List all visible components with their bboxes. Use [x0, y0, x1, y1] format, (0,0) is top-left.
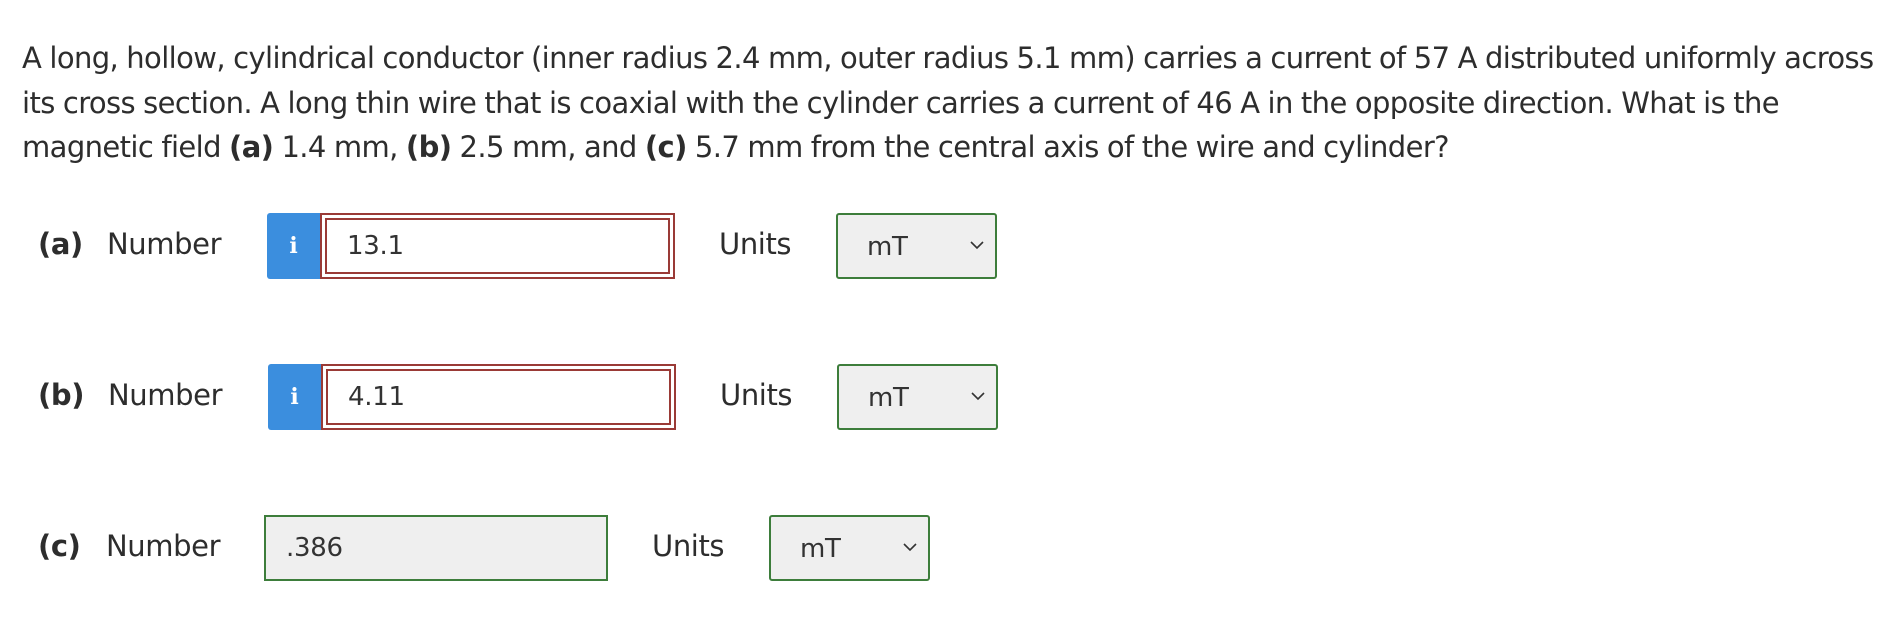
part-b-label: (b) [38, 378, 85, 412]
question-part-a-text: 1.4 mm, [273, 130, 406, 164]
part-a-units-value: mT [867, 232, 908, 262]
part-a-number-label: Number [107, 227, 222, 261]
part-a-info-button[interactable]: i [267, 213, 320, 279]
answer-row-c: (c) Number .386 Units mT [0, 515, 1100, 581]
part-b-units-select[interactable]: mT [837, 364, 998, 430]
part-c-units-label: Units [652, 529, 725, 563]
part-b-number-label: Number [108, 378, 223, 412]
question-line-3-start: magnetic field [22, 130, 230, 164]
part-a-units-select[interactable]: mT [836, 213, 997, 279]
part-c-units-select[interactable]: mT [769, 515, 930, 581]
part-a-units-label: Units [719, 227, 792, 261]
info-icon: i [290, 384, 299, 410]
part-b-number-value[interactable]: 4.11 [326, 369, 671, 425]
part-b-units-value: mT [868, 383, 909, 413]
question-line-1: A long, hollow, cylindrical conductor (i… [22, 41, 1874, 75]
part-b-number-input[interactable]: 4.11 [321, 364, 676, 430]
part-a-label: (a) [38, 227, 83, 261]
part-b-units-label: Units [720, 378, 793, 412]
question-part-b-text: 2.5 mm, and [451, 130, 645, 164]
info-icon: i [289, 233, 298, 259]
part-a-number-input[interactable]: 13.1 [320, 213, 675, 279]
chevron-down-icon [970, 241, 984, 250]
question-part-c-label: (c) [644, 130, 688, 164]
question-line-2: its cross section. A long thin wire that… [22, 85, 1780, 120]
question-part-c-text: 5.7 mm from the central axis of the wire… [686, 130, 1450, 164]
answer-row-b: (b) Number i 4.11 Units mT [0, 364, 1100, 430]
question-part-b-label: (b) [405, 130, 452, 164]
answer-row-a: (a) Number i 13.1 Units mT [0, 213, 1100, 279]
question-part-a-label: (a) [229, 130, 274, 164]
chevron-down-icon [971, 392, 985, 401]
question-line-3: magnetic field (a) 1.4 mm, (b) 2.5 mm, a… [22, 125, 1882, 170]
chevron-down-icon [903, 543, 917, 552]
question-text: A long, hollow, cylindrical conductor (i… [22, 36, 1882, 170]
part-c-number-label: Number [106, 529, 221, 563]
part-c-label: (c) [38, 529, 81, 563]
part-b-info-button[interactable]: i [268, 364, 321, 430]
part-a-number-value[interactable]: 13.1 [325, 218, 670, 274]
part-c-units-value: mT [800, 534, 841, 564]
part-c-number-input[interactable]: .386 [264, 515, 608, 581]
